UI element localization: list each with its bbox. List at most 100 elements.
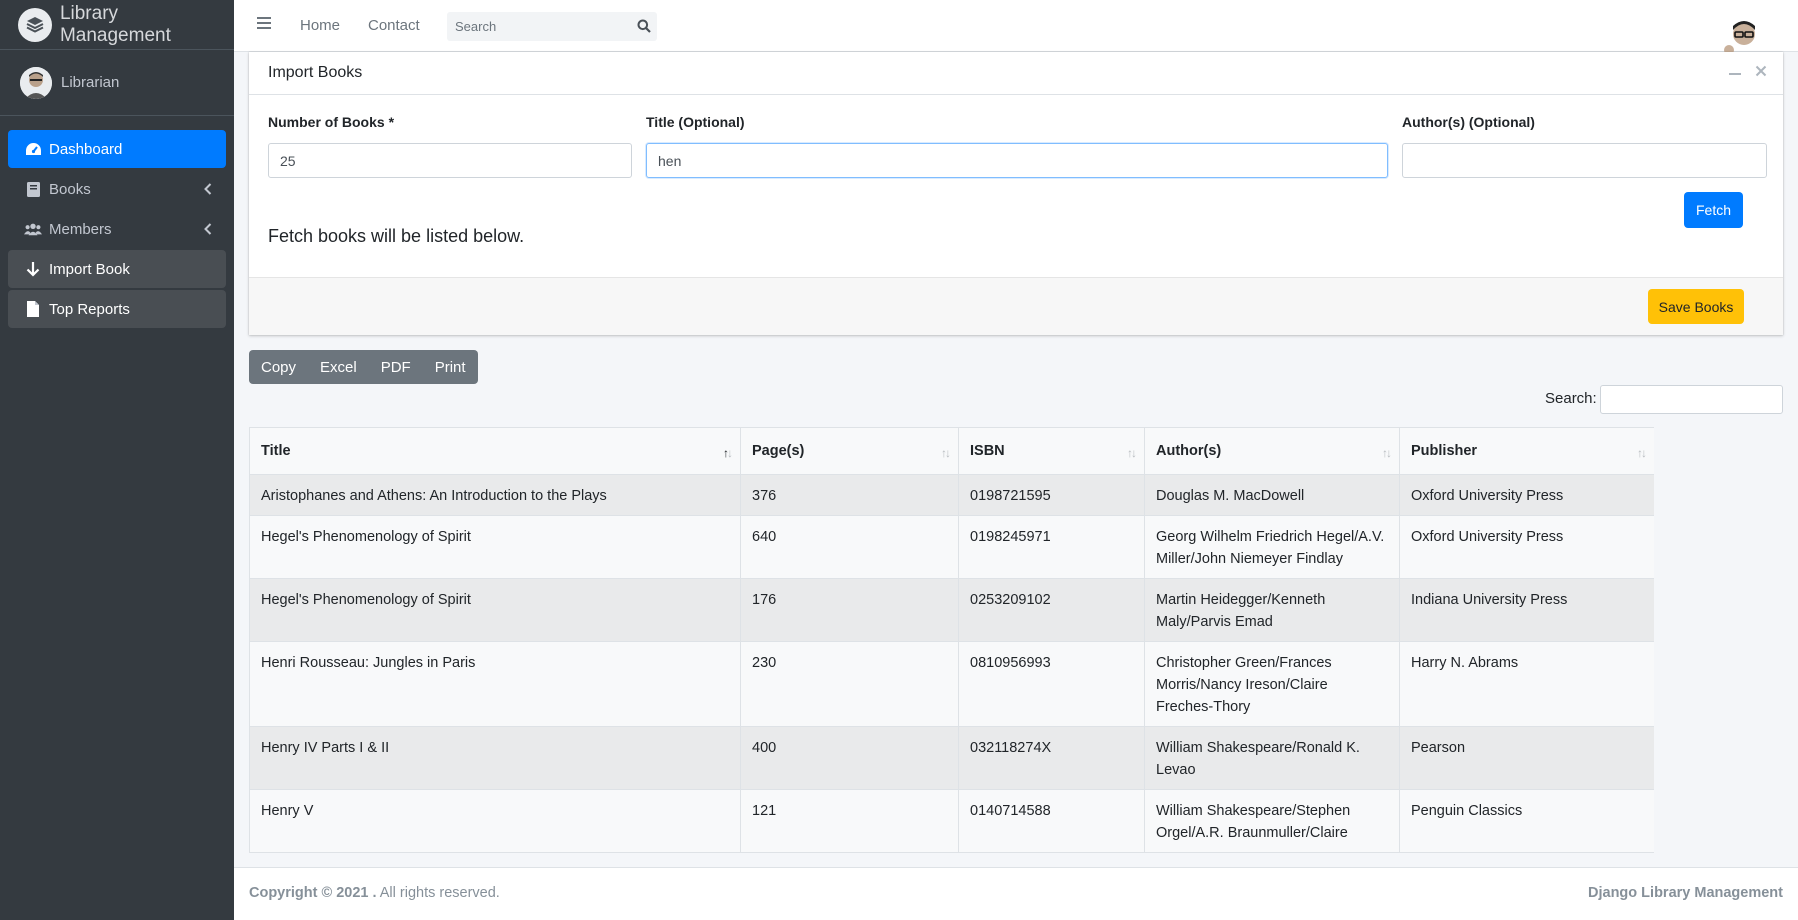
sidebar: Library Management Librarian Dashboard B… [0,0,234,920]
cell-authors: Georg Wilhelm Friedrich Hegel/A.V. Mille… [1144,515,1400,579]
sidebar-item-label: Import Book [49,260,130,278]
copyright-label: Copyright © 2021 . [249,885,377,901]
table-row[interactable]: Henry IV Parts I & II 400 032118274X Wil… [249,726,1654,790]
sort-icon: ↑↓ [1127,446,1137,460]
card-tools [1729,64,1767,81]
brand-logo-icon [18,7,52,42]
table-row[interactable]: Henri Rousseau: Jungles in Paris 230 081… [249,641,1654,727]
table-row[interactable]: Hegel's Phenomenology of Spirit 176 0253… [249,578,1654,642]
sidebar-item-dashboard[interactable]: Dashboard [8,130,226,168]
file-icon [24,301,42,317]
book-icon [24,181,42,197]
sidebar-nav: Dashboard Books Members Import Book Top … [0,116,234,328]
cell-isbn: 0198245971 [958,515,1145,579]
column-header-title[interactable]: Title ↑↓ [249,427,741,475]
cell-isbn: 0198721595 [958,474,1145,516]
cell-pages: 176 [740,578,959,642]
cell-publisher: Indiana University Press [1399,578,1654,642]
fetch-note: Fetch books will be listed below. [268,226,525,246]
print-button[interactable]: Print [423,359,478,376]
card-header: Import Books [249,52,1783,95]
books-table: Title ↑↓ Page(s) ↑↓ ISBN ↑↓ Author(s) ↑↓ Pub… [249,427,1654,853]
minimize-icon[interactable] [1729,64,1741,81]
cell-isbn: 0253209102 [958,578,1145,642]
table-header-row: Title ↑↓ Page(s) ↑↓ ISBN ↑↓ Author(s) ↑↓ Pub… [249,427,1654,475]
import-books-card: Import Books Number of Books * Title (Op… [249,52,1783,335]
pdf-button[interactable]: PDF [369,359,423,376]
cell-authors: Christopher Green/Frances Morris/Nancy I… [1144,641,1400,727]
cell-publisher: Harry N. Abrams [1399,641,1654,727]
cell-authors: William Shakespeare/Ronald K. Levao [1144,726,1400,790]
nav-link-home[interactable]: Home [300,17,340,34]
column-header-pages[interactable]: Page(s) ↑↓ [740,427,959,475]
table-row[interactable]: Hegel's Phenomenology of Spirit 640 0198… [249,515,1654,579]
cell-title: Hegel's Phenomenology of Spirit [249,578,741,642]
brand-link[interactable]: Library Management [0,0,234,50]
cell-authors: Martin Heidegger/Kenneth Maly/Parvis Ema… [1144,578,1400,642]
chevron-left-icon [204,222,212,239]
column-header-authors[interactable]: Author(s) ↑↓ [1144,427,1400,475]
top-navbar: Home Contact [234,0,1798,62]
authors-label: Author(s) (Optional) [1402,114,1535,130]
sidebar-item-label: Top Reports [49,300,130,318]
search-icon[interactable] [637,19,651,37]
cell-publisher: Penguin Classics [1399,789,1654,853]
table-search-input[interactable] [1600,385,1783,414]
excel-button[interactable]: Excel [308,359,369,376]
num-books-input[interactable] [268,143,632,178]
sort-icon: ↑↓ [941,446,951,460]
cell-publisher: Oxford University Press [1399,515,1654,579]
sidebar-item-members[interactable]: Members [8,210,226,248]
sidebar-item-books[interactable]: Books [8,170,226,208]
navbar-search-input[interactable] [447,19,617,34]
menu-toggle-icon[interactable] [257,16,271,34]
cell-isbn: 0810956993 [958,641,1145,727]
sidebar-item-label: Members [49,220,112,238]
cell-pages: 230 [740,641,959,727]
cell-isbn: 0140714588 [958,789,1145,853]
copy-button[interactable]: Copy [249,359,308,376]
cell-publisher: Pearson [1399,726,1654,790]
card-title: Import Books [268,64,363,81]
user-avatar [20,66,52,99]
rights-text: All rights reserved. [376,885,500,901]
nav-link-contact[interactable]: Contact [368,17,420,34]
export-button-group: Copy Excel PDF Print [249,350,478,384]
card-footer: Save Books [249,277,1783,335]
sort-asc-icon: ↑↓ [723,446,733,460]
chevron-left-icon [204,182,212,199]
table-row[interactable]: Henry V 121 0140714588 William Shakespea… [249,789,1654,853]
sidebar-item-import-book[interactable]: Import Book [8,250,226,288]
cell-pages: 640 [740,515,959,579]
title-label: Title (Optional) [646,114,745,130]
footer-brand: Django Library Management [1588,885,1783,901]
sidebar-item-label: Books [49,180,91,198]
cell-title: Hegel's Phenomenology of Spirit [249,515,741,579]
authors-input[interactable] [1402,143,1767,178]
cell-pages: 121 [740,789,959,853]
cell-title: Aristophanes and Athens: An Introduction… [249,474,741,516]
sidebar-item-label: Dashboard [49,140,123,158]
books-table-container: Title ↑↓ Page(s) ↑↓ ISBN ↑↓ Author(s) ↑↓ Pub… [249,427,1654,867]
cell-pages: 376 [740,474,959,516]
user-name: Librarian [61,74,120,91]
cell-authors: William Shakespeare/Stephen Orgel/A.R. B… [1144,789,1400,853]
save-books-button[interactable]: Save Books [1648,289,1744,324]
close-icon[interactable] [1755,64,1767,81]
fetch-button[interactable]: Fetch [1684,192,1743,228]
users-icon [24,222,42,236]
sidebar-item-top-reports[interactable]: Top Reports [8,290,226,328]
column-header-publisher[interactable]: Publisher ↑↓ [1399,427,1654,475]
page-footer: Copyright © 2021 . All rights reserved. … [234,867,1798,920]
table-row[interactable]: Aristophanes and Athens: An Introduction… [249,474,1654,516]
copyright-text: Copyright © 2021 . All rights reserved. [249,885,500,901]
column-header-isbn[interactable]: ISBN ↑↓ [958,427,1145,475]
user-panel[interactable]: Librarian [0,50,234,116]
num-books-label: Number of Books * [268,114,395,130]
title-input[interactable] [646,143,1388,178]
sort-icon: ↑↓ [1637,446,1647,460]
brand-title: Library Management [59,2,171,46]
sort-icon: ↑↓ [1382,446,1392,460]
cell-publisher: Oxford University Press [1399,474,1654,516]
cell-authors: Douglas M. MacDowell [1144,474,1400,516]
